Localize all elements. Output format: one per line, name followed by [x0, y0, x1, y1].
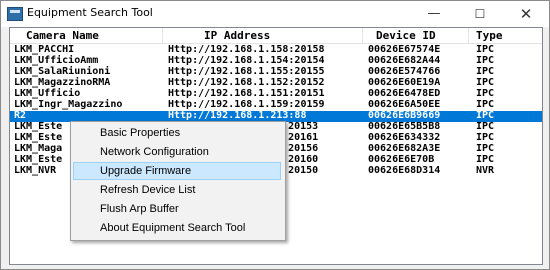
- column-separator[interactable]: [362, 28, 363, 43]
- menu-item-label: About Equipment Search Tool: [100, 222, 246, 234]
- column-separator[interactable]: [468, 28, 469, 43]
- menu-item-basic-properties[interactable]: Basic Properties: [73, 124, 281, 142]
- menu-item-refresh-device-list[interactable]: Refresh Device List: [73, 181, 281, 199]
- list-header: Camera Name IP Address Device ID Type: [10, 28, 542, 44]
- minimize-button[interactable]: —: [411, 1, 457, 27]
- menu-item-label: Basic Properties: [100, 127, 181, 139]
- menu-item-about[interactable]: About Equipment Search Tool: [73, 219, 281, 237]
- column-header-device-id[interactable]: Device ID: [376, 29, 436, 42]
- type-cell: NVR: [476, 165, 495, 176]
- device-id-cell: 00626E68D314: [368, 165, 441, 176]
- app-icon: [7, 7, 23, 21]
- menu-item-label: Network Configuration: [100, 146, 209, 158]
- title-bar[interactable]: Equipment Search Tool — ☐ ✕: [1, 1, 549, 27]
- camera-name-cell: LKM_Ingr_Magazzino: [14, 99, 123, 110]
- menu-item-label: Flush Arp Buffer: [100, 203, 179, 215]
- app-window: Equipment Search Tool — ☐ ✕ Camera Name …: [0, 0, 550, 270]
- menu-item-upgrade-firmware[interactable]: Upgrade Firmware: [73, 162, 281, 180]
- window-title: Equipment Search Tool: [27, 6, 153, 19]
- column-header-camera-name[interactable]: Camera Name: [26, 29, 99, 42]
- column-separator[interactable]: [162, 28, 163, 43]
- context-menu: Basic Properties Network Configuration U…: [70, 121, 286, 241]
- column-header-type[interactable]: Type: [476, 29, 503, 42]
- camera-name-cell: LKM_NVR: [14, 165, 57, 176]
- maximize-button[interactable]: ☐: [457, 1, 503, 27]
- menu-item-label: Upgrade Firmware: [100, 165, 192, 177]
- menu-item-flush-arp-buffer[interactable]: Flush Arp Buffer: [73, 200, 281, 218]
- column-header-ip-address[interactable]: IP Address: [204, 29, 270, 42]
- close-button[interactable]: ✕: [503, 1, 549, 27]
- menu-item-network-configuration[interactable]: Network Configuration: [73, 143, 281, 161]
- menu-item-label: Refresh Device List: [100, 184, 196, 196]
